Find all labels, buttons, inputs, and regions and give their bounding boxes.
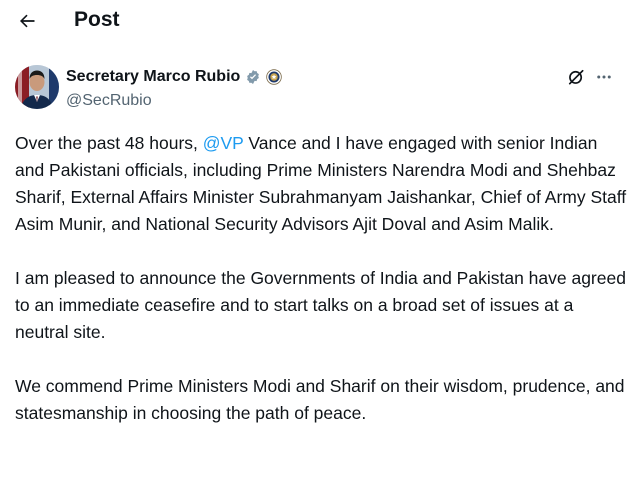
author-name-row: Secretary Marco Rubio (66, 66, 283, 88)
gray-checkmark-badge-icon[interactable] (245, 69, 261, 85)
more-button[interactable] (593, 66, 615, 88)
author-handle[interactable]: @SecRubio (66, 91, 152, 111)
grok-button[interactable] (565, 66, 587, 88)
grok-icon (568, 69, 584, 85)
page-title: Post (74, 8, 120, 31)
author-name[interactable]: Secretary Marco Rubio (66, 67, 240, 87)
back-button[interactable] (14, 8, 40, 34)
post-paragraph-1: Over the past 48 hours, @VP Vance and I … (15, 130, 627, 238)
mention-link[interactable]: @VP (203, 133, 244, 153)
us-state-department-seal-icon[interactable] (266, 69, 283, 85)
post-paragraph-1-start: Over the past 48 hours, (15, 133, 203, 153)
avatar[interactable] (15, 65, 59, 109)
arrow-left-icon (20, 14, 35, 28)
post-paragraph-3: We commend Prime Ministers Modi and Shar… (15, 376, 625, 423)
post-page: Post Secretary Marco Rubio @SecRubio Ove… (0, 0, 640, 480)
top-bar: Post (0, 0, 640, 42)
more-horizontal-icon (597, 75, 611, 79)
post-text: Over the past 48 hours, @VP Vance and I … (15, 130, 627, 454)
post-paragraph-2: I am pleased to announce the Governments… (15, 268, 626, 342)
